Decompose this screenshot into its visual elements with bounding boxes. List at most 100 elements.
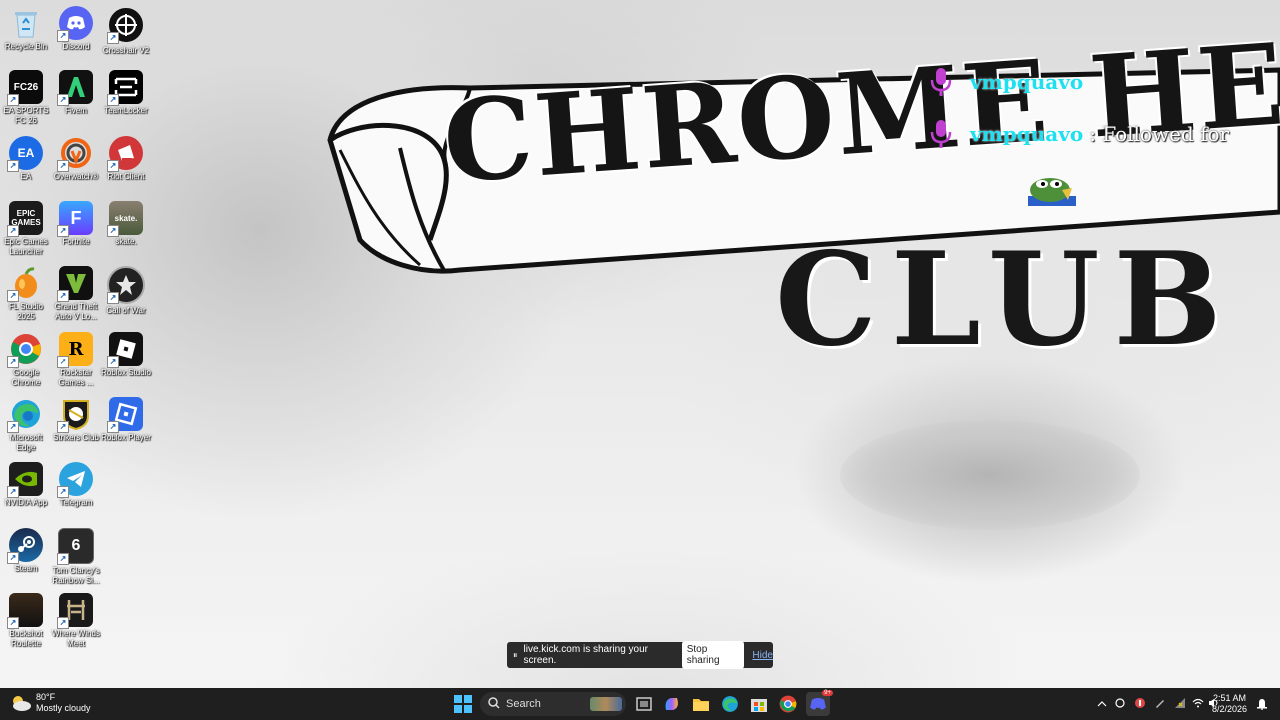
windows-icon	[454, 695, 472, 713]
desktop-icon-rainbow-six[interactable]: 6 ↗ Tom Clancy's Rainbow Si...	[50, 528, 102, 586]
search-icon	[488, 696, 500, 712]
pepe-emote-icon	[1028, 178, 1076, 206]
copilot-icon[interactable]	[660, 692, 684, 716]
discord-taskbar-icon[interactable]: 9+	[806, 690, 833, 716]
desktop-icon-fortnite[interactable]: F ↗ Fortnite	[50, 201, 102, 247]
desktop-icon-teamlocker[interactable]: ↗ TeamLocker	[100, 70, 152, 116]
weather-widget[interactable]: 80°F Mostly cloudy	[10, 692, 91, 714]
overwatch-icon: ↗	[57, 136, 93, 172]
steam-icon: ↗	[7, 528, 43, 564]
desktop-icon-recycle-bin[interactable]: Recycle Bin	[0, 6, 52, 52]
notification-bell-icon[interactable]	[1254, 692, 1270, 716]
desktop-icon-fivem[interactable]: ↗ Fivem	[50, 70, 102, 116]
fivem-icon: ↗	[57, 70, 93, 106]
system-tray	[1094, 688, 1222, 720]
desktop-icon-overwatch[interactable]: ↗ Overwatch®	[50, 136, 102, 182]
chrome-taskbar-icon[interactable]	[776, 692, 800, 716]
chat-line: vmpquavo	[928, 65, 1089, 99]
fortnite-icon: F ↗	[57, 201, 93, 237]
desktop-icon-fl-studio[interactable]: ↗ FL Studio 2025	[0, 266, 52, 322]
file-explorer-icon[interactable]	[689, 692, 713, 716]
desktop-icon-buckshot-roulette[interactable]: ↗ Buckshot Roulette	[0, 593, 52, 649]
crosshair-icon: ↗	[107, 6, 145, 44]
drag-handle-icon[interactable]: ⏸	[513, 650, 518, 661]
fl-studio-icon: ↗	[7, 266, 43, 302]
desktop-icon-microsoft-edge[interactable]: ↗ Microsoft Edge	[0, 397, 52, 453]
desktop-icon-call-of-war[interactable]: ↗ Call of War	[100, 266, 152, 316]
task-view-icon[interactable]	[632, 692, 656, 716]
taskbar: 80°F Mostly cloudy Search 9+ 2:51 AM 8/2…	[0, 688, 1280, 720]
desktop-icon-roblox-player[interactable]: ↗ Roblox Player	[100, 397, 152, 443]
recycle-bin-icon	[9, 6, 43, 40]
desktop-icon-steam[interactable]: ↗ Steam	[0, 528, 52, 574]
chat-line: vmpquavo : Followed for	[928, 117, 1229, 151]
screen-share-bar: ⏸ live.kick.com is sharing your screen. …	[507, 641, 773, 669]
discord-badge: 9+	[822, 690, 833, 696]
gta-v-icon: ↗	[57, 266, 93, 302]
roblox-studio-icon: ↗	[107, 332, 143, 368]
desktop-icon-nvidia-app[interactable]: ↗ NVIDIA App	[0, 462, 52, 508]
desktop-icon-rockstar-games[interactable]: R ↗ Rockstar Games ...	[50, 332, 102, 388]
chat-username: vmpquavo	[970, 70, 1084, 94]
clock-time: 2:51 AM	[1213, 693, 1247, 703]
edge-taskbar-icon[interactable]	[718, 692, 742, 716]
desktop-icon-crosshair-v2[interactable]: ↗ Crosshair V2	[100, 6, 152, 56]
network-warning-icon[interactable]	[1170, 697, 1190, 711]
call-of-war-icon: ↗	[107, 266, 145, 304]
cloudy-weather-icon	[13, 696, 31, 711]
clock-date: 8/2/2026	[1212, 704, 1248, 714]
chat-username: vmpquavo	[970, 122, 1084, 146]
search-label: Search	[506, 698, 541, 710]
desktop-wallpaper: CHROME HEA CLUB vmpquavo vmpquavo : Foll…	[0, 0, 1280, 688]
microphone-icon	[928, 65, 954, 99]
desktop-icon-riot-client[interactable]: ↗ Riot Client	[100, 136, 152, 182]
desktop-icon-where-winds-meet[interactable]: ↗ Where Winds Meet	[50, 593, 102, 649]
rockstar-icon: R ↗	[57, 332, 93, 368]
microsoft-store-icon[interactable]	[747, 692, 771, 716]
teamlocker-icon: ↗	[107, 70, 143, 106]
desktop-icon-discord[interactable]: ↗ Discord	[50, 6, 102, 52]
wallpaper-lips	[840, 420, 1140, 530]
hide-button[interactable]: Hide	[752, 650, 773, 661]
epic-games-icon: EPIC GAMES ↗	[7, 201, 43, 237]
app-tray-icon[interactable]	[1130, 697, 1150, 711]
desktop-icon-ea-sports-fc26[interactable]: FC26 ↗ EA SPORTS FC 26	[0, 70, 52, 126]
chrome-icon: ↗	[7, 332, 43, 368]
desktop-icon-epic-games-launcher[interactable]: EPIC GAMES ↗ Epic Games Launcher	[0, 201, 52, 257]
edge-icon: ↗	[7, 397, 43, 433]
clock[interactable]: 2:51 AM 8/2/2026	[1212, 693, 1247, 715]
riot-client-icon: ↗	[107, 136, 143, 172]
desktop-icon-ea[interactable]: EA ↗ EA	[0, 136, 52, 182]
desktop-icon-gta-v[interactable]: ↗ Grand Theft Auto V Lo...	[50, 266, 102, 322]
discord-icon: ↗	[57, 6, 93, 42]
microphone-icon	[928, 117, 954, 151]
desktop-icon-skate[interactable]: skate. ↗ skate.	[100, 201, 152, 247]
desktop-icon-google-chrome[interactable]: ↗ Google Chrome	[0, 332, 52, 388]
wallpaper-club-text: CLUB	[775, 225, 1236, 375]
where-winds-meet-icon: ↗	[57, 593, 93, 629]
fc26-icon: FC26 ↗	[7, 70, 43, 106]
start-button[interactable]	[451, 692, 475, 716]
telegram-icon: ↗	[57, 462, 93, 498]
taskbar-search[interactable]: Search	[480, 692, 626, 716]
desktop-icon-telegram[interactable]: ↗ Telegram	[50, 462, 102, 508]
nvidia-icon: ↗	[7, 462, 43, 498]
buckshot-roulette-icon: ↗	[7, 593, 43, 629]
stop-sharing-button[interactable]: Stop sharing	[681, 641, 745, 669]
pen-icon[interactable]	[1150, 697, 1170, 711]
skate-icon: skate. ↗	[107, 201, 143, 237]
strikers-club-icon: ↗	[57, 397, 93, 433]
desktop-icon-roblox-studio[interactable]: ↗ Roblox Studio	[100, 332, 152, 378]
chevron-up-icon[interactable]	[1094, 699, 1110, 709]
chat-message: : Followed for	[1089, 122, 1230, 146]
search-highlight-icon	[590, 697, 622, 711]
weather-description: Mostly cloudy	[36, 703, 91, 713]
rainbow-six-icon: 6 ↗	[57, 528, 94, 565]
ea-icon: EA ↗	[7, 136, 43, 172]
weather-temp: 80°F	[36, 692, 56, 702]
roblox-player-icon: ↗	[107, 397, 143, 433]
share-message: live.kick.com is sharing your screen.	[523, 644, 648, 666]
sync-icon[interactable]	[1110, 697, 1130, 711]
wifi-icon[interactable]	[1190, 698, 1206, 710]
desktop-icon-strikers-club[interactable]: ↗ Strikers Club	[50, 397, 102, 443]
